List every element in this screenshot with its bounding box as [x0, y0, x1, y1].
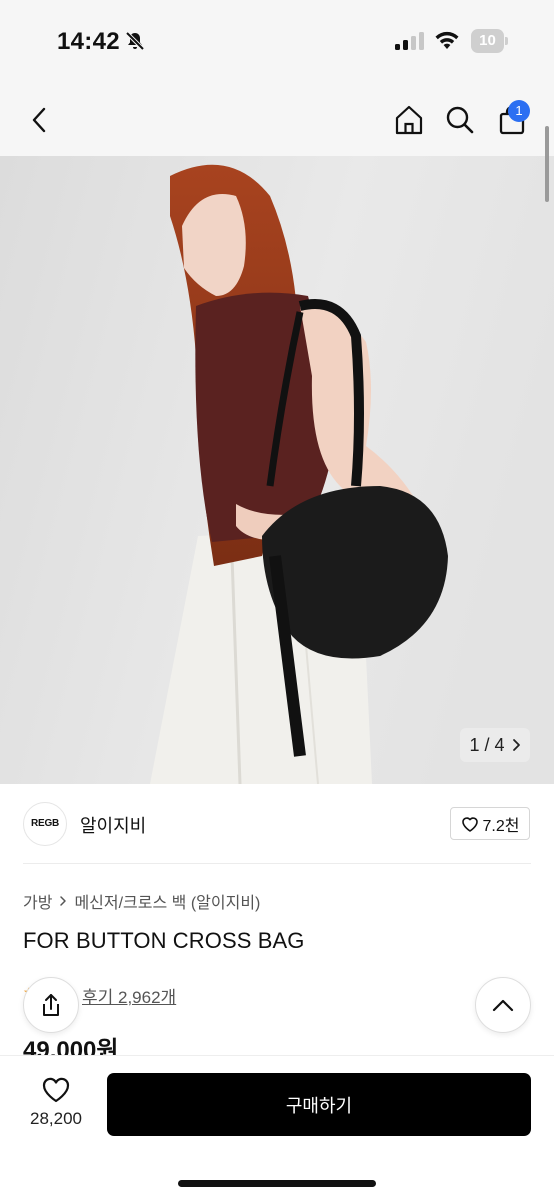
chevron-up-icon: [492, 999, 514, 1012]
wishlist-button[interactable]: 28,200: [22, 1074, 90, 1138]
scroll-top-button[interactable]: [475, 977, 531, 1033]
brand-name[interactable]: 알이지비: [80, 812, 146, 838]
breadcrumb: 가방 메신저/크로스 백 (알이지비): [23, 889, 260, 913]
heart-icon: [42, 1077, 70, 1103]
bell-muted-icon: [124, 30, 146, 57]
brand-like-button[interactable]: 7.2천: [450, 807, 530, 840]
status-bar: 14:42 10: [0, 0, 554, 84]
brand-row: REGB 알이지비 7.2천: [0, 800, 554, 848]
home-icon: [395, 105, 423, 135]
wishlist-count: 28,200: [30, 1109, 82, 1128]
product-image[interactable]: [0, 156, 554, 784]
share-icon: [43, 994, 59, 1016]
status-time: 14:42: [57, 28, 120, 55]
product-title: FOR BUTTON CROSS BAG: [23, 928, 305, 953]
bottom-bar: 28,200 구매하기: [0, 1055, 554, 1200]
scrollbar[interactable]: [545, 126, 549, 202]
breadcrumb-subcategory[interactable]: 메신저/크로스 백 (알이지비): [74, 889, 260, 913]
home-button[interactable]: [389, 100, 429, 140]
chevron-right-icon: [512, 739, 520, 751]
heart-icon: [461, 816, 478, 832]
home-indicator[interactable]: [178, 1180, 376, 1187]
battery-level: 10: [479, 32, 496, 49]
brand-like-count: 7.2천: [482, 817, 520, 835]
divider: [23, 863, 531, 864]
brand-logo[interactable]: REGB: [23, 802, 67, 846]
top-nav: [0, 84, 554, 156]
search-button[interactable]: [440, 100, 480, 140]
battery-icon: 10: [471, 29, 508, 53]
image-counter-text: 1 / 4: [469, 734, 505, 755]
chevron-left-icon: [32, 107, 46, 133]
chevron-right-icon: [60, 896, 67, 906]
search-icon: [446, 106, 474, 134]
review-link[interactable]: 후기 2,962개: [82, 983, 176, 1008]
model-photo: [0, 156, 554, 784]
breadcrumb-category[interactable]: 가방: [23, 889, 52, 913]
share-button[interactable]: [23, 977, 79, 1033]
cart-badge: 1: [508, 100, 530, 122]
back-button[interactable]: [20, 100, 60, 140]
signal-icon: [395, 32, 425, 55]
wifi-icon: [434, 31, 460, 56]
buy-button[interactable]: 구매하기: [107, 1073, 531, 1136]
image-counter[interactable]: 1 / 4: [460, 728, 530, 762]
